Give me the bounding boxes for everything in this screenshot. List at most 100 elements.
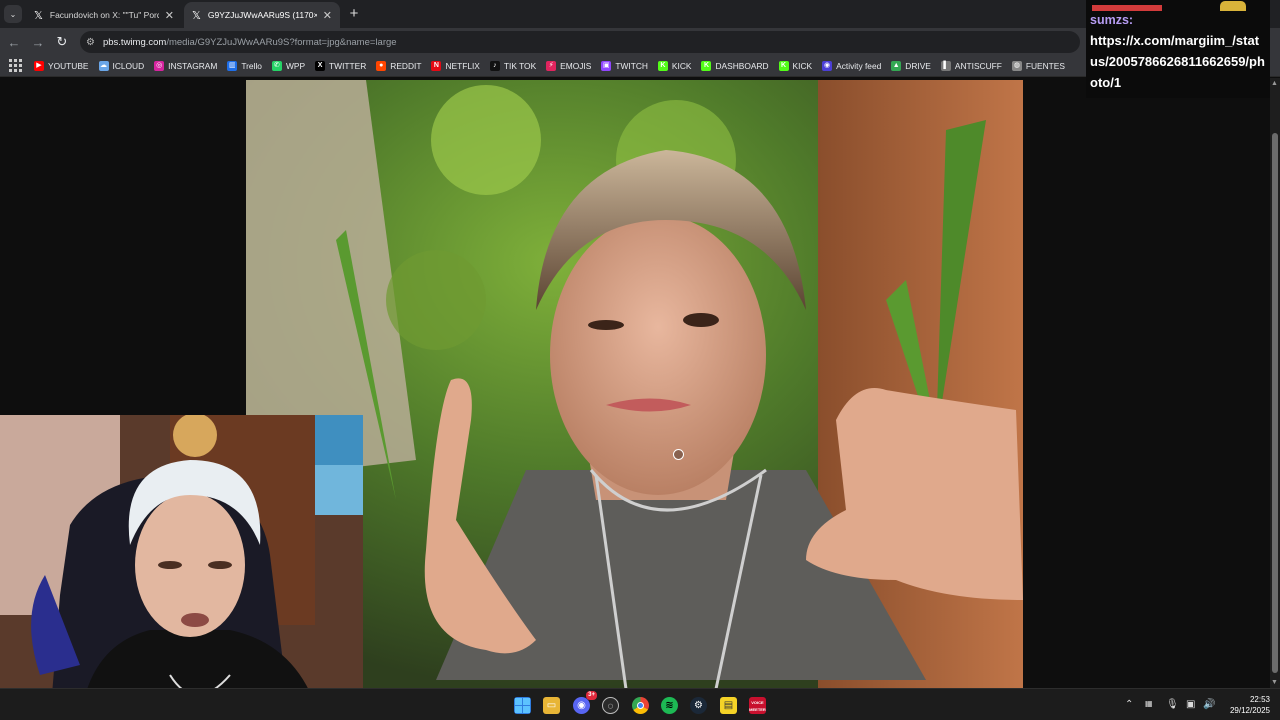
volume-icon[interactable]: 🔊 <box>1203 699 1215 710</box>
bookmark-drive[interactable]: ▲ DRIVE <box>891 60 931 71</box>
back-button[interactable]: ← <box>4 32 24 52</box>
new-tab-button[interactable]: + <box>345 4 363 22</box>
close-tab-icon[interactable]: ✕ <box>165 9 174 22</box>
bookmark-twitter[interactable]: X TWITTER <box>315 60 367 71</box>
chrome-icon[interactable] <box>632 697 649 714</box>
chat-message: https://x.com/margiim_/status/2005786626… <box>1090 33 1265 90</box>
bookmark-kick[interactable]: K KICK <box>778 60 813 71</box>
emote-icon <box>1220 1 1246 11</box>
bookmark-netflix[interactable]: N NETFLIX <box>431 60 480 71</box>
kick-icon: K <box>701 60 712 71</box>
bookmark-twitch[interactable]: ▣ TWITCH <box>601 60 648 71</box>
reload-button[interactable]: ↻ <box>52 32 72 52</box>
bookmark-emojis[interactable]: ⚡ EMOJIS <box>546 60 592 71</box>
x-icon: 𝕏 <box>192 9 201 22</box>
activity-feed-icon: ◉ <box>822 60 833 71</box>
network-icon[interactable]: ▣ <box>1186 699 1195 710</box>
bookmark-label: Trello <box>241 60 262 71</box>
kick-icon: K <box>657 60 668 71</box>
clock-time: 22:53 <box>1249 695 1270 704</box>
bookmark-label: YOUTUBE <box>48 60 89 71</box>
forward-button[interactable]: → <box>28 32 48 52</box>
scrollbar-thumb[interactable] <box>1272 133 1278 673</box>
bookmark-label: KICK <box>671 60 692 71</box>
bookmark-wpp[interactable]: ✆ WPP <box>271 60 306 71</box>
bookmark-icloud[interactable]: ☁ ICLOUD <box>98 60 145 71</box>
bookmark-label: INSTAGRAM <box>168 60 218 71</box>
antiscuff-icon: ▌ <box>940 60 951 71</box>
chat-username: sumzs: <box>1090 13 1134 27</box>
whatsapp-icon: ✆ <box>271 60 282 71</box>
bookmark-activity-feed[interactable]: ◉ Activity feed <box>822 60 882 71</box>
discord-badge: 3+ <box>586 691 597 700</box>
bookmark-label: TIK TOK <box>503 60 537 71</box>
bookmark-label: FUENTES <box>1025 60 1065 71</box>
address-bar[interactable]: ⚙ pbs.twimg.com/media/G9YZJuJWwAARu9S?fo… <box>80 31 1080 53</box>
tab-title: Facundovich on X: ""Tu" Porque <box>49 10 159 20</box>
scroll-down-icon[interactable]: ▼ <box>1271 679 1278 686</box>
bookmark-label: KICK <box>792 60 813 71</box>
bookmark-youtube[interactable]: ▶ YOUTUBE <box>34 60 89 71</box>
sticky-notes-icon[interactable]: ▤ <box>720 697 737 714</box>
webcam-feed <box>0 415 363 720</box>
stream-chat-overlay: sumzs: https://x.com/margiim_/status/200… <box>1086 0 1270 98</box>
globe-icon: ◍ <box>1011 60 1022 71</box>
bookmark-instagram[interactable]: ◎ INSTAGRAM <box>154 60 218 71</box>
emojis-icon: ⚡ <box>546 60 557 71</box>
spotify-icon[interactable]: ≋ <box>661 697 678 714</box>
windows-start-icon[interactable] <box>514 697 531 714</box>
bookmark-label: Activity feed <box>836 60 882 71</box>
site-info-icon[interactable]: ⚙ <box>86 37 95 48</box>
bookmark-label: TWITTER <box>329 60 367 71</box>
close-tab-icon[interactable]: ✕ <box>323 9 332 22</box>
discord-icon[interactable]: ◉ 3+ <box>573 691 597 714</box>
icloud-icon: ☁ <box>98 60 109 71</box>
taskbar-clock[interactable]: 22:53 29/12/2025 <box>1218 694 1270 716</box>
page-scrollbar[interactable]: ▲ ▼ <box>1270 78 1280 688</box>
scroll-up-icon[interactable]: ▲ <box>1271 80 1278 87</box>
kick-icon: K <box>778 60 789 71</box>
obs-icon[interactable]: ◌ <box>602 697 619 714</box>
bookmark-fuentes[interactable]: ◍ FUENTES <box>1011 60 1065 71</box>
bookmark-label: DRIVE <box>905 60 931 71</box>
bookmark-label: ICLOUD <box>112 60 145 71</box>
bookmark-kick[interactable]: K KICK <box>657 60 692 71</box>
bookmark-label: WPP <box>285 60 306 71</box>
youtube-icon: ▶ <box>34 60 44 71</box>
file-explorer-icon[interactable]: ▭ <box>543 697 560 714</box>
microphone-icon[interactable]: 🎙 <box>1166 699 1179 710</box>
tray-app-icon[interactable]: ▦ <box>1145 699 1153 708</box>
steam-icon[interactable]: ⚙ <box>690 697 707 714</box>
bookmark-label: DASHBOARD <box>715 60 769 71</box>
url-host: pbs.twimg.com <box>102 36 167 48</box>
bookmark-reddit[interactable]: ● REDDIT <box>376 60 422 71</box>
twitch-icon: ▣ <box>601 60 612 71</box>
bookmark-label: EMOJIS <box>560 60 592 71</box>
zoom-cursor-icon <box>673 449 684 460</box>
trello-icon: ▥ <box>227 60 238 71</box>
bookmark-label: TWITCH <box>615 60 648 71</box>
x-icon: X <box>315 60 326 71</box>
bookmark-label: ANTISCUFF <box>954 60 1002 71</box>
x-icon: 𝕏 <box>34 9 43 22</box>
netflix-icon: N <box>431 60 442 71</box>
tab-search-icon[interactable]: ⌄ <box>4 5 22 23</box>
tab-facundovich[interactable]: 𝕏 Facundovich on X: ""Tu" Porque ✕ <box>26 2 182 28</box>
reddit-icon: ● <box>376 60 387 71</box>
bookmark-antiscuff[interactable]: ▌ ANTISCUFF <box>940 60 1002 71</box>
tab-title: G9YZJuJWwAARu9S (1170×1413) <box>207 10 317 20</box>
tab-image[interactable]: 𝕏 G9YZJuJWwAARu9S (1170×1413) ✕ <box>184 2 340 28</box>
clock-date: 29/12/2025 <box>1229 706 1270 715</box>
bookmark-dashboard[interactable]: K DASHBOARD <box>701 60 769 71</box>
tiktok-icon: ♪ <box>489 60 500 71</box>
tray-overflow-icon[interactable]: ⌃ <box>1125 699 1133 710</box>
bookmark-tik-tok[interactable]: ♪ TIK TOK <box>489 60 537 71</box>
apps-grid-icon[interactable] <box>8 59 22 73</box>
bookmark-trello[interactable]: ▥ Trello <box>227 60 262 71</box>
bookmark-label: REDDIT <box>390 60 422 71</box>
taskbar: ▭ ◉ 3+ ◌ ≋ ⚙ ▤ VOICE MEETER ⌃ ▦ 🎙 ▣ 🔊 22:… <box>0 688 1280 720</box>
bookmark-label: NETFLIX <box>445 60 480 71</box>
voicemeeter-icon[interactable]: VOICE MEETER <box>749 697 766 714</box>
instagram-icon: ◎ <box>154 60 165 71</box>
google-drive-icon: ▲ <box>891 60 902 71</box>
